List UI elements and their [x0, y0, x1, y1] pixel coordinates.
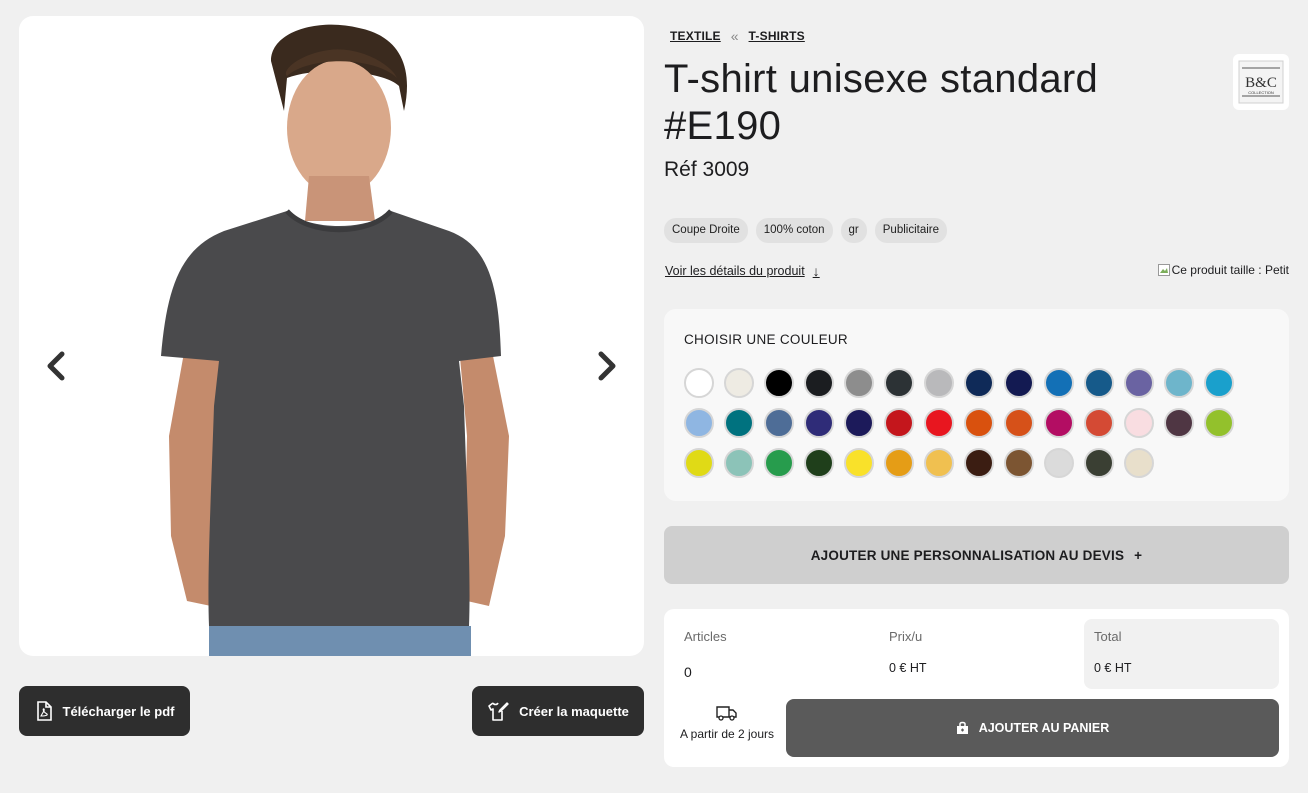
color-swatch[interactable] — [1084, 408, 1114, 438]
color-swatch[interactable] — [964, 448, 994, 478]
tag-matiere: 100% coton — [755, 218, 833, 243]
breadcrumb-separator: « — [730, 28, 739, 44]
color-swatch[interactable] — [1084, 368, 1114, 398]
arrow-down-icon: ↓ — [812, 263, 820, 279]
breadcrumb-textile-link[interactable]: TEXTILE — [670, 29, 721, 43]
product-image-gallery — [19, 16, 644, 656]
delivery-info: A partir de 2 jours — [672, 705, 782, 741]
color-swatch[interactable] — [924, 368, 954, 398]
color-swatch[interactable] — [724, 368, 754, 398]
create-mockup-button[interactable]: Créer la maquette — [472, 686, 644, 736]
color-swatch[interactable] — [764, 368, 794, 398]
gallery-prev-button[interactable] — [36, 346, 76, 386]
bc-collection-logo: B&C COLLECTION — [1238, 60, 1284, 104]
unit-price-value: 0 € HT — [889, 661, 927, 675]
pdf-icon — [36, 701, 52, 721]
chevron-left-icon — [47, 351, 65, 381]
color-swatch[interactable] — [1004, 368, 1034, 398]
add-to-cart-label: AJOUTER AU PANIER — [978, 721, 1110, 735]
color-swatch[interactable] — [1124, 368, 1154, 398]
product-title: T-shirt unisexe standard #E190 — [664, 57, 1099, 148]
color-picker-panel: CHOISIR UNE COULEUR — [664, 309, 1289, 501]
color-swatch[interactable] — [844, 408, 874, 438]
color-swatch[interactable] — [964, 408, 994, 438]
color-swatch[interactable] — [1164, 368, 1194, 398]
color-swatch[interactable] — [724, 448, 754, 478]
tag-coupe: Coupe Droite — [664, 218, 748, 243]
color-swatch[interactable] — [1004, 408, 1034, 438]
tshirt-edit-icon — [488, 702, 509, 721]
total-label: Total — [1094, 629, 1122, 644]
color-swatch[interactable] — [844, 448, 874, 478]
color-swatch[interactable] — [1164, 408, 1194, 438]
add-personalisation-label: AJOUTER UNE PERSONNALISATION AU DEVIS — [810, 547, 1125, 563]
color-swatch-grid — [684, 368, 1264, 478]
add-to-cart-button[interactable]: AJOUTER AU PANIER — [786, 699, 1279, 757]
svg-text:COLLECTION: COLLECTION — [1248, 90, 1274, 95]
breadcrumb-tshirts-link[interactable]: T-SHIRTS — [749, 29, 805, 43]
svg-text:B&C: B&C — [1245, 75, 1277, 91]
color-swatch[interactable] — [1044, 408, 1074, 438]
color-swatch[interactable] — [684, 448, 714, 478]
color-picker-heading: CHOISIR UNE COULEUR — [684, 332, 848, 347]
color-swatch[interactable] — [804, 368, 834, 398]
color-swatch[interactable] — [1044, 368, 1074, 398]
product-details-label: Voir les détails du produit — [665, 264, 805, 278]
size-indicator: Ce produit taille : Petit — [1157, 263, 1289, 277]
create-mockup-label: Créer la maquette — [519, 703, 629, 719]
color-swatch[interactable] — [924, 408, 954, 438]
color-swatch[interactable] — [964, 368, 994, 398]
product-details-link[interactable]: Voir les détails du produit ↓ — [665, 263, 820, 279]
color-swatch[interactable] — [1044, 448, 1074, 478]
color-swatch[interactable] — [1124, 448, 1154, 478]
total-value: 0 € HT — [1094, 661, 1132, 675]
articles-label: Articles — [684, 629, 727, 644]
tag-usage: Publicitaire — [874, 218, 947, 243]
truck-icon — [716, 706, 737, 721]
total-box: Total 0 € HT — [1084, 619, 1279, 689]
articles-quantity-input[interactable]: 0 — [684, 664, 692, 680]
color-swatch[interactable] — [1124, 408, 1154, 438]
download-pdf-label: Télécharger le pdf — [62, 703, 175, 719]
add-personalisation-button[interactable]: AJOUTER UNE PERSONNALISATION AU DEVIS + — [664, 526, 1289, 584]
tag-grammage: gr — [840, 218, 867, 243]
shopping-bag-icon — [956, 721, 968, 734]
plus-icon: + — [1134, 547, 1143, 563]
color-swatch[interactable] — [684, 408, 714, 438]
color-swatch[interactable] — [764, 448, 794, 478]
color-swatch[interactable] — [804, 448, 834, 478]
color-swatch[interactable] — [724, 408, 754, 438]
color-swatch[interactable] — [884, 368, 914, 398]
brand-logo[interactable]: B&C COLLECTION — [1233, 54, 1289, 110]
color-swatch[interactable] — [1204, 408, 1234, 438]
product-tags: Coupe Droite 100% coton gr Publicitaire — [664, 218, 947, 243]
color-swatch[interactable] — [924, 448, 954, 478]
product-reference: Réf 3009 — [664, 158, 750, 181]
color-swatch[interactable] — [1204, 368, 1234, 398]
color-swatch[interactable] — [804, 408, 834, 438]
chevron-right-icon — [598, 351, 616, 381]
order-panel: Articles 0 Prix/u 0 € HT Total 0 € HT A … — [664, 609, 1289, 767]
color-swatch[interactable] — [764, 408, 794, 438]
color-swatch[interactable] — [884, 448, 914, 478]
size-indicator-text: Ce produit taille : Petit — [1171, 263, 1289, 277]
color-swatch[interactable] — [1004, 448, 1034, 478]
color-swatch[interactable] — [844, 368, 874, 398]
breadcrumb: TEXTILE « T-SHIRTS — [670, 28, 805, 44]
color-swatch[interactable] — [1084, 448, 1114, 478]
download-pdf-button[interactable]: Télécharger le pdf — [19, 686, 190, 736]
color-swatch[interactable] — [684, 368, 714, 398]
broken-image-icon — [1157, 264, 1170, 276]
delivery-text: A partir de 2 jours — [679, 727, 775, 741]
unit-price-label: Prix/u — [889, 629, 923, 644]
gallery-next-button[interactable] — [587, 346, 627, 386]
product-photo — [161, 24, 509, 656]
color-swatch[interactable] — [884, 408, 914, 438]
